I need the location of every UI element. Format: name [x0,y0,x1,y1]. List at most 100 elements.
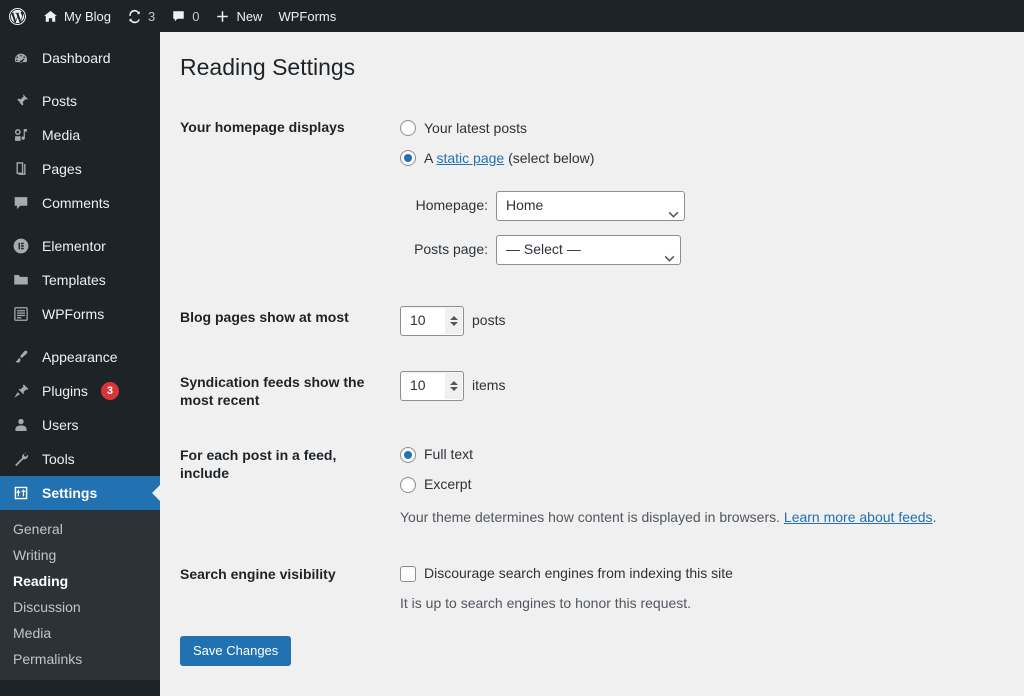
sidebar-item-appearance[interactable]: Appearance [0,340,160,374]
comment-bubble-icon [171,9,186,24]
submenu-item-permalinks[interactable]: Permalinks [0,646,160,672]
stepper-up-icon[interactable] [449,380,458,385]
static-suffix-text: (select below) [504,149,595,166]
sidebar-item-wpforms[interactable]: WPForms [0,297,160,331]
feed-content-row: For each post in a feed, include Full te… [180,424,1006,543]
homepage-displays-controls: Your latest posts A static page (select … [390,103,1006,280]
menu-spacer-1 [0,75,160,84]
home-icon [43,9,58,24]
dashboard-gauge-icon [11,48,31,68]
menu-spacer-3 [0,331,160,340]
sidebar-item-label: Settings [42,485,98,501]
folder-icon [11,270,31,290]
postspage-select-row: Posts page: — Select — [400,234,996,265]
homepage-select-row: Homepage: Home [400,190,996,221]
page-title: Reading Settings [180,54,356,80]
sidebar-item-templates[interactable]: Templates [0,263,160,297]
sidebar-item-dashboard[interactable]: Dashboard [0,41,160,75]
pages-icon [11,159,31,179]
feed-help-prefix: Your theme determines how content is dis… [400,509,784,526]
blog-pages-controls: 10 posts [390,280,1006,351]
homepage-displays-label: Your homepage displays [180,118,345,135]
sidebar-item-plugins[interactable]: Plugins 3 [0,374,160,408]
sidebar-item-label: WPForms [42,306,105,322]
sidebar-item-comments[interactable]: Comments [0,186,160,220]
sidebar-item-elementor[interactable]: Elementor [0,229,160,263]
submenu-item-writing[interactable]: Writing [0,542,160,568]
syndication-controls: 10 items [390,351,1006,424]
wpforms-menu-button[interactable]: WPForms [270,0,344,32]
site-name-label: My Blog [64,8,111,24]
sidebar-item-label: Templates [42,272,106,288]
sidebar-item-settings[interactable]: Settings [0,476,160,510]
wordpress-logo-button[interactable] [0,0,35,32]
feed-content-help: Your theme determines how content is dis… [400,507,996,528]
search-visibility-help: It is up to search engines to honor this… [400,595,692,612]
sidebar-item-posts[interactable]: Posts [0,84,160,118]
plugins-update-badge: 3 [100,382,119,400]
elementor-circle-icon [11,236,31,256]
blog-pages-value: 10 [410,312,426,329]
comment-bubble-icon [11,193,31,213]
plus-icon [215,9,230,24]
user-icon [11,415,31,435]
sidebar-item-label: Posts [42,93,78,109]
save-changes-button[interactable]: Save Changes [180,636,292,667]
radio-excerpt-input[interactable] [400,476,416,493]
stepper-up-icon[interactable] [449,315,458,320]
search-visibility-label: Search engine visibility [180,566,336,583]
homepage-select-value: Home [506,197,544,214]
radio-latest-posts[interactable]: Your latest posts [400,118,996,139]
updates-button[interactable]: 3 [119,0,163,32]
static-page-link[interactable]: static page [436,150,504,166]
stepper-down-icon[interactable] [449,321,458,326]
comments-button[interactable]: 0 [163,0,207,32]
radio-static-page[interactable]: A static page (select below) [400,148,996,169]
wordpress-logo-icon [9,7,26,25]
checkbox-discourage-search[interactable]: Discourage search engines from indexing … [400,563,996,584]
wrench-icon [11,449,31,469]
blog-pages-input[interactable]: 10 [400,305,464,336]
sidebar-item-media[interactable]: Media [0,118,160,152]
new-content-button[interactable]: New [207,0,270,32]
syndication-stepper[interactable] [445,372,462,399]
sidebar-item-tools[interactable]: Tools [0,442,160,476]
admin-bar: My Blog 3 0 New WPForms [0,0,1024,32]
feed-content-controls: Full text Excerpt Your theme determines … [390,424,1006,543]
site-name-button[interactable]: My Blog [35,0,119,32]
submenu-item-general[interactable]: General [0,516,160,542]
blog-pages-stepper[interactable] [445,307,462,334]
radio-latest-posts-input[interactable] [400,120,416,137]
search-visibility-controls: Discourage search engines from indexing … [390,543,1006,629]
plug-icon [11,381,31,401]
paintbrush-icon [11,347,31,367]
postspage-select[interactable]: — Select — [496,234,681,265]
static-prefix-text: A [424,149,437,166]
sidebar-item-label: Plugins [42,383,88,399]
submenu-item-discussion[interactable]: Discussion [0,594,160,620]
syndication-label: Syndication feeds show the most recent [180,373,365,409]
sidebar-item-users[interactable]: Users [0,408,160,442]
comments-count: 0 [192,8,200,24]
settings-sliders-icon [11,483,31,503]
sidebar-item-label: Elementor [42,238,106,254]
checkbox-discourage-search-label: Discourage search engines from indexing … [424,565,733,582]
radio-full-text-input[interactable] [400,446,416,463]
submenu-item-reading[interactable]: Reading [0,568,160,594]
radio-excerpt[interactable]: Excerpt [400,474,996,495]
radio-full-text-label: Full text [424,446,474,463]
sidebar-item-pages[interactable]: Pages [0,152,160,186]
radio-full-text[interactable]: Full text [400,444,996,465]
menu-spacer-top [0,32,160,41]
reading-settings-form: Your homepage displays Your latest posts… [180,103,1006,629]
submenu-item-media[interactable]: Media [0,620,160,646]
postspage-select-label: Posts page: [414,241,488,258]
learn-more-feeds-link[interactable]: Learn more about feeds [784,509,933,525]
checkbox-discourage-search-input[interactable] [400,565,416,582]
stepper-down-icon[interactable] [449,386,458,391]
syndication-input[interactable]: 10 [400,370,464,401]
blog-pages-unit: posts [472,312,506,329]
syndication-value: 10 [410,377,426,394]
radio-static-page-input[interactable] [400,150,416,167]
homepage-select[interactable]: Home [496,190,685,221]
